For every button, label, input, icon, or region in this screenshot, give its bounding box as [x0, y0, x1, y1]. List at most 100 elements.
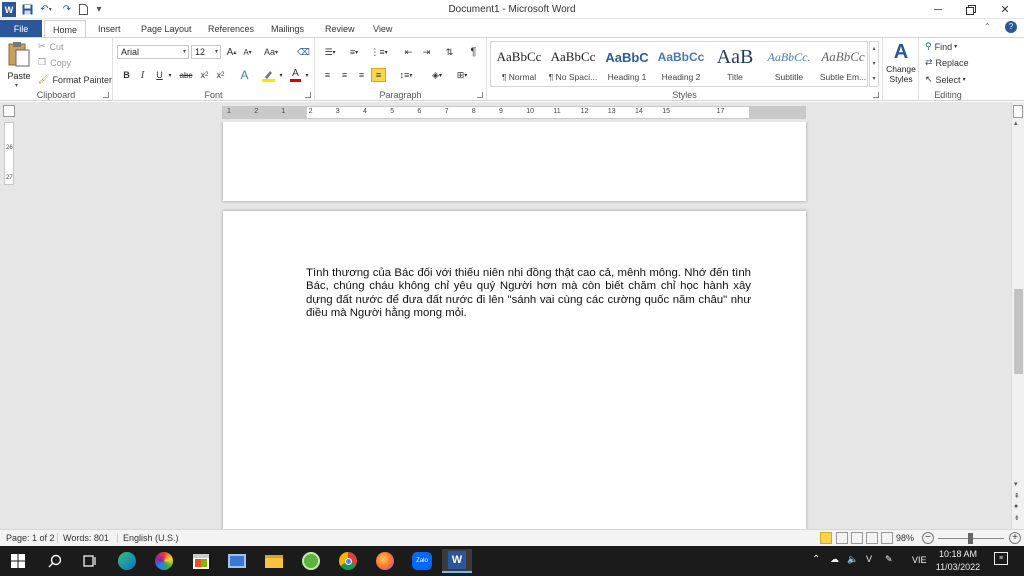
language-bar-icon[interactable]: V	[866, 554, 872, 564]
web-layout-icon[interactable]	[851, 532, 863, 544]
tab-insert[interactable]: Insert	[90, 20, 129, 37]
help-icon[interactable]: ?	[1005, 21, 1017, 33]
style-no-spacing[interactable]: AaBbCc ¶ No Spaci...	[546, 42, 600, 90]
zalo-icon[interactable]: Zalo	[407, 549, 437, 573]
copy-button[interactable]: ❐ Copy	[38, 57, 71, 68]
scroll-down-icon[interactable]: ▾	[1014, 480, 1018, 488]
strikethrough-button[interactable]: abc	[177, 68, 195, 82]
pen-icon[interactable]: ✎	[885, 554, 893, 565]
multilevel-list-button[interactable]: ⋮≡ ▾	[369, 45, 389, 59]
vertical-scrollbar[interactable]: ▴ ▾ ⇞ ● ⇟	[1011, 102, 1024, 529]
next-page-icon[interactable]: ⇟	[1014, 514, 1020, 522]
tab-references[interactable]: References	[200, 20, 262, 37]
outline-view-icon[interactable]	[866, 532, 878, 544]
style-normal[interactable]: AaBbCc ¶ Normal	[492, 42, 546, 90]
body-paragraph[interactable]: Tình thương của Bác đối với thiếu niên n…	[306, 267, 751, 321]
paste-button[interactable]: Paste ▾	[5, 41, 33, 89]
view-ruler-button[interactable]	[1013, 105, 1023, 118]
font-dialog-launcher[interactable]	[305, 92, 311, 98]
font-color-dropdown-icon[interactable]: ▾	[303, 68, 311, 82]
network-icon[interactable]: ☁	[830, 554, 839, 565]
superscript-button[interactable]: x2	[213, 68, 228, 82]
align-left-button[interactable]: ≡	[320, 68, 335, 82]
language-indicator[interactable]: English (U.S.)	[117, 533, 179, 543]
zoom-slider-thumb[interactable]	[968, 533, 974, 544]
previous-page-icon[interactable]: ⇞	[1014, 492, 1020, 500]
italic-button[interactable]: I	[135, 68, 150, 82]
minimize-icon[interactable]: ─	[922, 0, 954, 19]
chrome-icon[interactable]	[333, 549, 363, 573]
style-subtitle[interactable]: AaBbCc. Subtitle	[762, 42, 816, 90]
cut-button[interactable]: ✂ Cut	[38, 41, 64, 52]
find-button[interactable]: ⚲ Find ▾	[925, 41, 957, 52]
change-case-button[interactable]: Aa ▾	[261, 45, 281, 59]
clear-formatting-icon[interactable]: ⌫	[296, 45, 311, 59]
style-heading-1[interactable]: AaBbC Heading 1	[600, 42, 654, 90]
format-painter-button[interactable]: 🖌 Format Painter	[38, 74, 112, 85]
underline-button[interactable]: U	[152, 68, 167, 82]
align-center-button[interactable]: ≡	[337, 68, 352, 82]
style-subtle-emphasis[interactable]: AaBbCc Subtle Em...	[816, 42, 870, 90]
full-screen-reading-icon[interactable]	[836, 532, 848, 544]
colorful-app-icon[interactable]	[149, 549, 179, 573]
horizontal-ruler[interactable]: 1 2 1 2 3 4 5 6 7 8 9 10 11 12 13 14 15 17	[222, 106, 806, 119]
page-2[interactable]: Tình thương của Bác đối với thiếu niên n…	[223, 211, 806, 529]
styles-dialog-launcher[interactable]	[873, 92, 879, 98]
style-heading-2[interactable]: AaBbCc Heading 2	[654, 42, 708, 90]
firefox-icon[interactable]	[370, 549, 400, 573]
text-effects-button[interactable]: A	[237, 68, 252, 82]
clock-time[interactable]: 10:18 AM	[934, 549, 982, 559]
word-taskbar-icon[interactable]: W	[442, 549, 472, 573]
browse-object-icon[interactable]: ●	[1014, 503, 1018, 510]
edge-icon[interactable]	[112, 549, 142, 573]
zoom-out-icon[interactable]: −	[922, 532, 934, 544]
justify-button[interactable]: ≡	[371, 68, 386, 82]
shading-button[interactable]: ◈ ▾	[427, 68, 447, 82]
borders-button[interactable]: ⊞ ▾	[452, 68, 472, 82]
show-hidden-icons-icon[interactable]: ⌃	[812, 554, 820, 565]
notifications-icon[interactable]: ≡	[994, 552, 1008, 565]
scrollbar-thumb[interactable]	[1014, 289, 1023, 374]
subscript-button[interactable]: x2	[197, 68, 212, 82]
underline-dropdown-icon[interactable]: ▾	[166, 68, 174, 82]
draft-view-icon[interactable]	[881, 532, 893, 544]
word-count[interactable]: Words: 801	[57, 533, 109, 543]
tab-selector-button[interactable]	[3, 105, 15, 117]
grow-font-button[interactable]: A ▴	[224, 45, 239, 59]
styles-scroll[interactable]: ▴ ▾ ▾	[869, 41, 879, 87]
close-icon[interactable]: ✕	[989, 0, 1021, 19]
volume-icon[interactable]: 🔈	[847, 554, 858, 565]
increase-indent-button[interactable]: ⇥	[419, 45, 434, 59]
font-name-dropdown[interactable]: Arial ▾	[117, 45, 189, 59]
green-app-icon[interactable]	[296, 549, 326, 573]
zoom-in-icon[interactable]: +	[1009, 532, 1021, 544]
tab-page-layout[interactable]: Page Layout	[133, 20, 200, 37]
replace-button[interactable]: ⇄ Replace	[925, 57, 969, 68]
highlight-button[interactable]	[261, 68, 276, 82]
file-explorer-icon[interactable]	[259, 549, 289, 573]
zoom-level[interactable]: 98%	[896, 533, 914, 543]
minimize-ribbon-icon[interactable]: ⌃	[984, 22, 991, 31]
scroll-up-icon[interactable]: ▴	[1014, 119, 1018, 127]
print-layout-view-icon[interactable]	[820, 532, 832, 544]
bold-button[interactable]: B	[119, 68, 134, 82]
search-icon[interactable]	[40, 549, 70, 573]
sort-button[interactable]: ⇅	[442, 45, 457, 59]
style-title[interactable]: AaB Title	[708, 42, 762, 90]
tab-home[interactable]: Home	[44, 20, 87, 38]
windows-start-icon[interactable]	[3, 549, 33, 573]
font-color-button[interactable]: A	[288, 68, 303, 82]
microsoft-store-icon[interactable]	[186, 549, 216, 573]
tab-file[interactable]: File	[0, 20, 42, 37]
highlight-dropdown-icon[interactable]: ▾	[277, 68, 285, 82]
tab-review[interactable]: Review	[317, 20, 363, 37]
tab-mailings[interactable]: Mailings	[263, 20, 312, 37]
font-size-dropdown[interactable]: 12 ▾	[191, 45, 221, 59]
numbering-button[interactable]: ≡ ▾	[344, 45, 364, 59]
computer-app-icon[interactable]	[222, 549, 252, 573]
select-button[interactable]: ↖ Select ▾	[925, 74, 966, 85]
bullets-button[interactable]: ☰ ▾	[320, 45, 340, 59]
shrink-font-button[interactable]: A ▾	[240, 45, 255, 59]
paragraph-dialog-launcher[interactable]	[477, 92, 483, 98]
page-1[interactable]	[223, 122, 806, 201]
